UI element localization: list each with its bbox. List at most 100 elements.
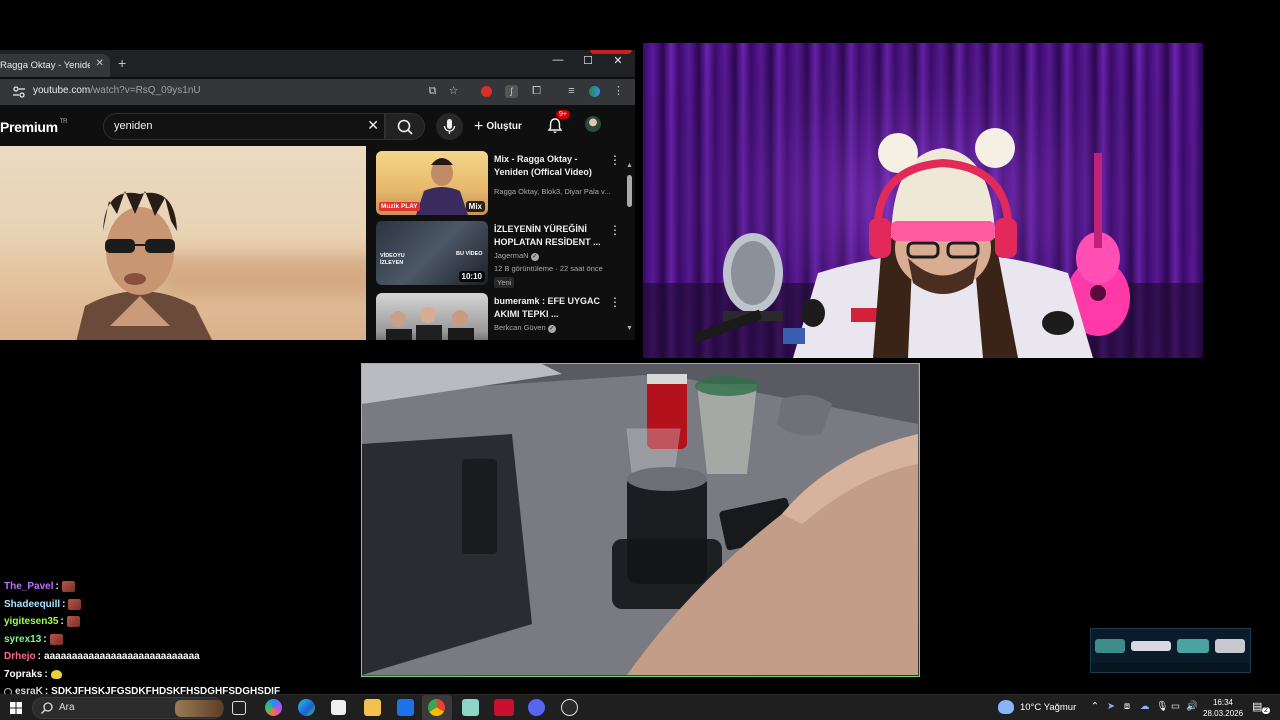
chat-username: Shadeequill — [4, 598, 61, 610]
tray-mic-icon[interactable]: 🎙 — [1156, 701, 1168, 712]
tab-close-icon[interactable]: ✕ — [96, 58, 104, 69]
edge-icon[interactable] — [298, 699, 315, 716]
video-title[interactable]: bumeramk : EFE UYGAC AKIMI TEPKI ... — [494, 295, 602, 321]
more-options-icon[interactable]: ⋮ — [609, 295, 621, 309]
chat-message: syrex13: — [4, 631, 324, 649]
chat-separator: : — [55, 581, 59, 592]
site-settings-icon[interactable] — [12, 85, 26, 99]
clear-search-icon[interactable]: ✕ — [367, 117, 379, 134]
channel-name: JagermaN — [494, 251, 529, 260]
verified-icon: ✓ — [530, 253, 539, 261]
video-thumbnail[interactable] — [376, 293, 488, 340]
youtube-logo[interactable]: Premium TR — [0, 119, 68, 135]
media-control-icon[interactable]: ≡ — [565, 85, 578, 98]
bookmark-star-icon[interactable]: ☆ — [447, 85, 460, 98]
more-options-icon[interactable]: ⋮ — [609, 153, 621, 167]
tray-device-icon[interactable]: ⧈ — [1124, 701, 1130, 712]
store-icon[interactable] — [331, 700, 346, 715]
video-title[interactable]: İZLEYENİN YÜREĞİNİ HOPLATAN RESİDENT ... — [494, 223, 602, 249]
account-avatar[interactable] — [585, 116, 601, 132]
verified-icon: ✓ — [547, 325, 556, 333]
video-thumbnail[interactable]: VİDEOYU İZLEYEN BU VİDEO 10:10 — [376, 221, 488, 285]
obs-icon[interactable] — [561, 699, 578, 716]
related-scrollbar[interactable] — [627, 175, 632, 207]
mix-label: Mix — [465, 201, 485, 212]
clock-time: 16:34 — [1212, 698, 1234, 707]
volume-icon[interactable]: 🔊 — [1186, 701, 1198, 712]
extension-script-icon[interactable]: ʃ — [505, 85, 518, 98]
network-icon[interactable]: ▭ — [1171, 701, 1180, 712]
thumbnail-caption-2: BU VİDEO — [456, 251, 483, 257]
chat-emote-icon — [50, 669, 62, 679]
extension-red-icon[interactable] — [481, 86, 492, 97]
file-explorer-icon[interactable] — [364, 699, 381, 716]
related-video-3[interactable]: bumeramk : EFE UYGAC AKIMI TEPKI ... Ber… — [376, 293, 621, 340]
install-icon[interactable]: ⧉ — [426, 85, 439, 98]
video-thumbnail[interactable]: Muzik PLAY Mix — [376, 151, 488, 215]
url-path: /watch?v=RsQ_09ys1nU — [90, 85, 201, 96]
notes-app-icon[interactable] — [462, 699, 479, 716]
desk-camera — [361, 363, 920, 677]
video-player[interactable] — [0, 146, 366, 340]
browser-menu-icon[interactable]: ⋮ — [612, 85, 625, 98]
chat-separator: : — [60, 616, 64, 627]
tray-cloud-icon[interactable]: ☁ — [1140, 701, 1150, 712]
weather-text[interactable]: 10°C Yağmur — [1020, 702, 1076, 713]
profile-icon[interactable] — [589, 86, 600, 97]
notifications-bell-icon[interactable] — [546, 117, 564, 135]
chat-emote-icon — [61, 581, 75, 593]
search-input[interactable]: yeniden ✕ — [103, 113, 385, 140]
outlook-icon[interactable] — [397, 699, 414, 716]
related-videos-list: Muzik PLAY Mix Mix - Ragga Oktay - Yenid… — [370, 146, 624, 340]
chat-text: aaaaaaaaaaaaaaaaaaaaaaaaaaaa — [44, 651, 200, 662]
weather-icon[interactable] — [998, 700, 1014, 714]
channel-name: Berkcan Güven — [494, 323, 546, 332]
more-options-icon[interactable]: ⋮ — [609, 223, 621, 237]
video-frame-singer — [76, 191, 212, 340]
maximize-icon[interactable]: ☐ — [573, 54, 603, 67]
browser-tab-active[interactable]: Ragga Oktay - Yeniden (Of ✕ — [0, 54, 110, 77]
video-stats: 12 B görüntüleme · 22 saat önce — [494, 264, 603, 273]
video-title[interactable]: Mix - Ragga Oktay - Yeniden (Offical Vid… — [494, 153, 602, 179]
close-window-icon[interactable]: ✕ — [603, 54, 633, 67]
chrome-icon — [428, 699, 445, 716]
video-channel: JagermaN ✓ — [494, 251, 614, 261]
voice-app-icon[interactable] — [494, 699, 514, 716]
video-duration: 10:10 — [458, 271, 485, 282]
taskbar-active-app[interactable] — [422, 695, 452, 720]
search-highlight-image — [175, 700, 223, 717]
new-tab-icon[interactable]: + — [118, 55, 126, 71]
discord-icon[interactable] — [528, 699, 545, 716]
minimize-icon[interactable]: — — [543, 54, 573, 66]
logo-text: Premium — [0, 119, 58, 135]
thumbnail-caption-1: VİDEOYU İZLEYEN — [380, 253, 405, 266]
windows-start-icon[interactable] — [10, 702, 22, 714]
url-field[interactable]: youtube.com/watch?v=RsQ_09ys1nU — [33, 85, 201, 96]
extensions-puzzle-icon[interactable]: ⧠ — [530, 85, 543, 98]
chat-separator: : — [37, 651, 42, 662]
taskbar-search[interactable]: Ara — [32, 697, 224, 719]
search-button[interactable] — [385, 113, 425, 140]
desk-scene — [362, 364, 918, 675]
scroll-down-icon[interactable]: ▼ — [626, 325, 633, 332]
windows-taskbar: Ara 10°C Yağmur ⌃ ➤ ⧈ ☁ 🎙 ▭ 🔊 16:34 28.0… — [0, 694, 1280, 720]
tray-chevron-icon[interactable]: ⌃ — [1091, 701, 1099, 712]
chat-message: 7opraks: — [4, 666, 324, 684]
related-video-1[interactable]: Muzik PLAY Mix Mix - Ragga Oktay - Yenid… — [376, 151, 621, 217]
chat-message: Shadeequill: — [4, 596, 324, 614]
copilot-icon[interactable] — [265, 699, 282, 716]
create-button[interactable]: + Oluştur — [474, 118, 522, 136]
chat-message: Drhejo: aaaaaaaaaaaaaaaaaaaaaaaaaaaa — [4, 648, 324, 666]
stream-chat: The_Pavel: Shadeequill: yigitesen35: syr… — [4, 578, 324, 701]
taskbar-clock[interactable]: 16:34 28.03.2026 — [1203, 697, 1243, 719]
search-icon — [397, 119, 413, 135]
tray-app-icon[interactable]: ➤ — [1107, 701, 1115, 712]
voice-search-button[interactable] — [436, 113, 463, 140]
task-view-icon[interactable] — [232, 701, 246, 715]
notification-center-icon[interactable]: ▤ — [1252, 700, 1262, 713]
chat-separator: : — [43, 633, 47, 645]
scroll-up-icon[interactable]: ▲ — [626, 162, 633, 169]
related-video-2[interactable]: VİDEOYU İZLEYEN BU VİDEO 10:10 İZLEYENİN… — [376, 221, 621, 288]
mic-icon — [443, 119, 456, 134]
video-channel: Berkcan Güven ✓ — [494, 323, 614, 333]
